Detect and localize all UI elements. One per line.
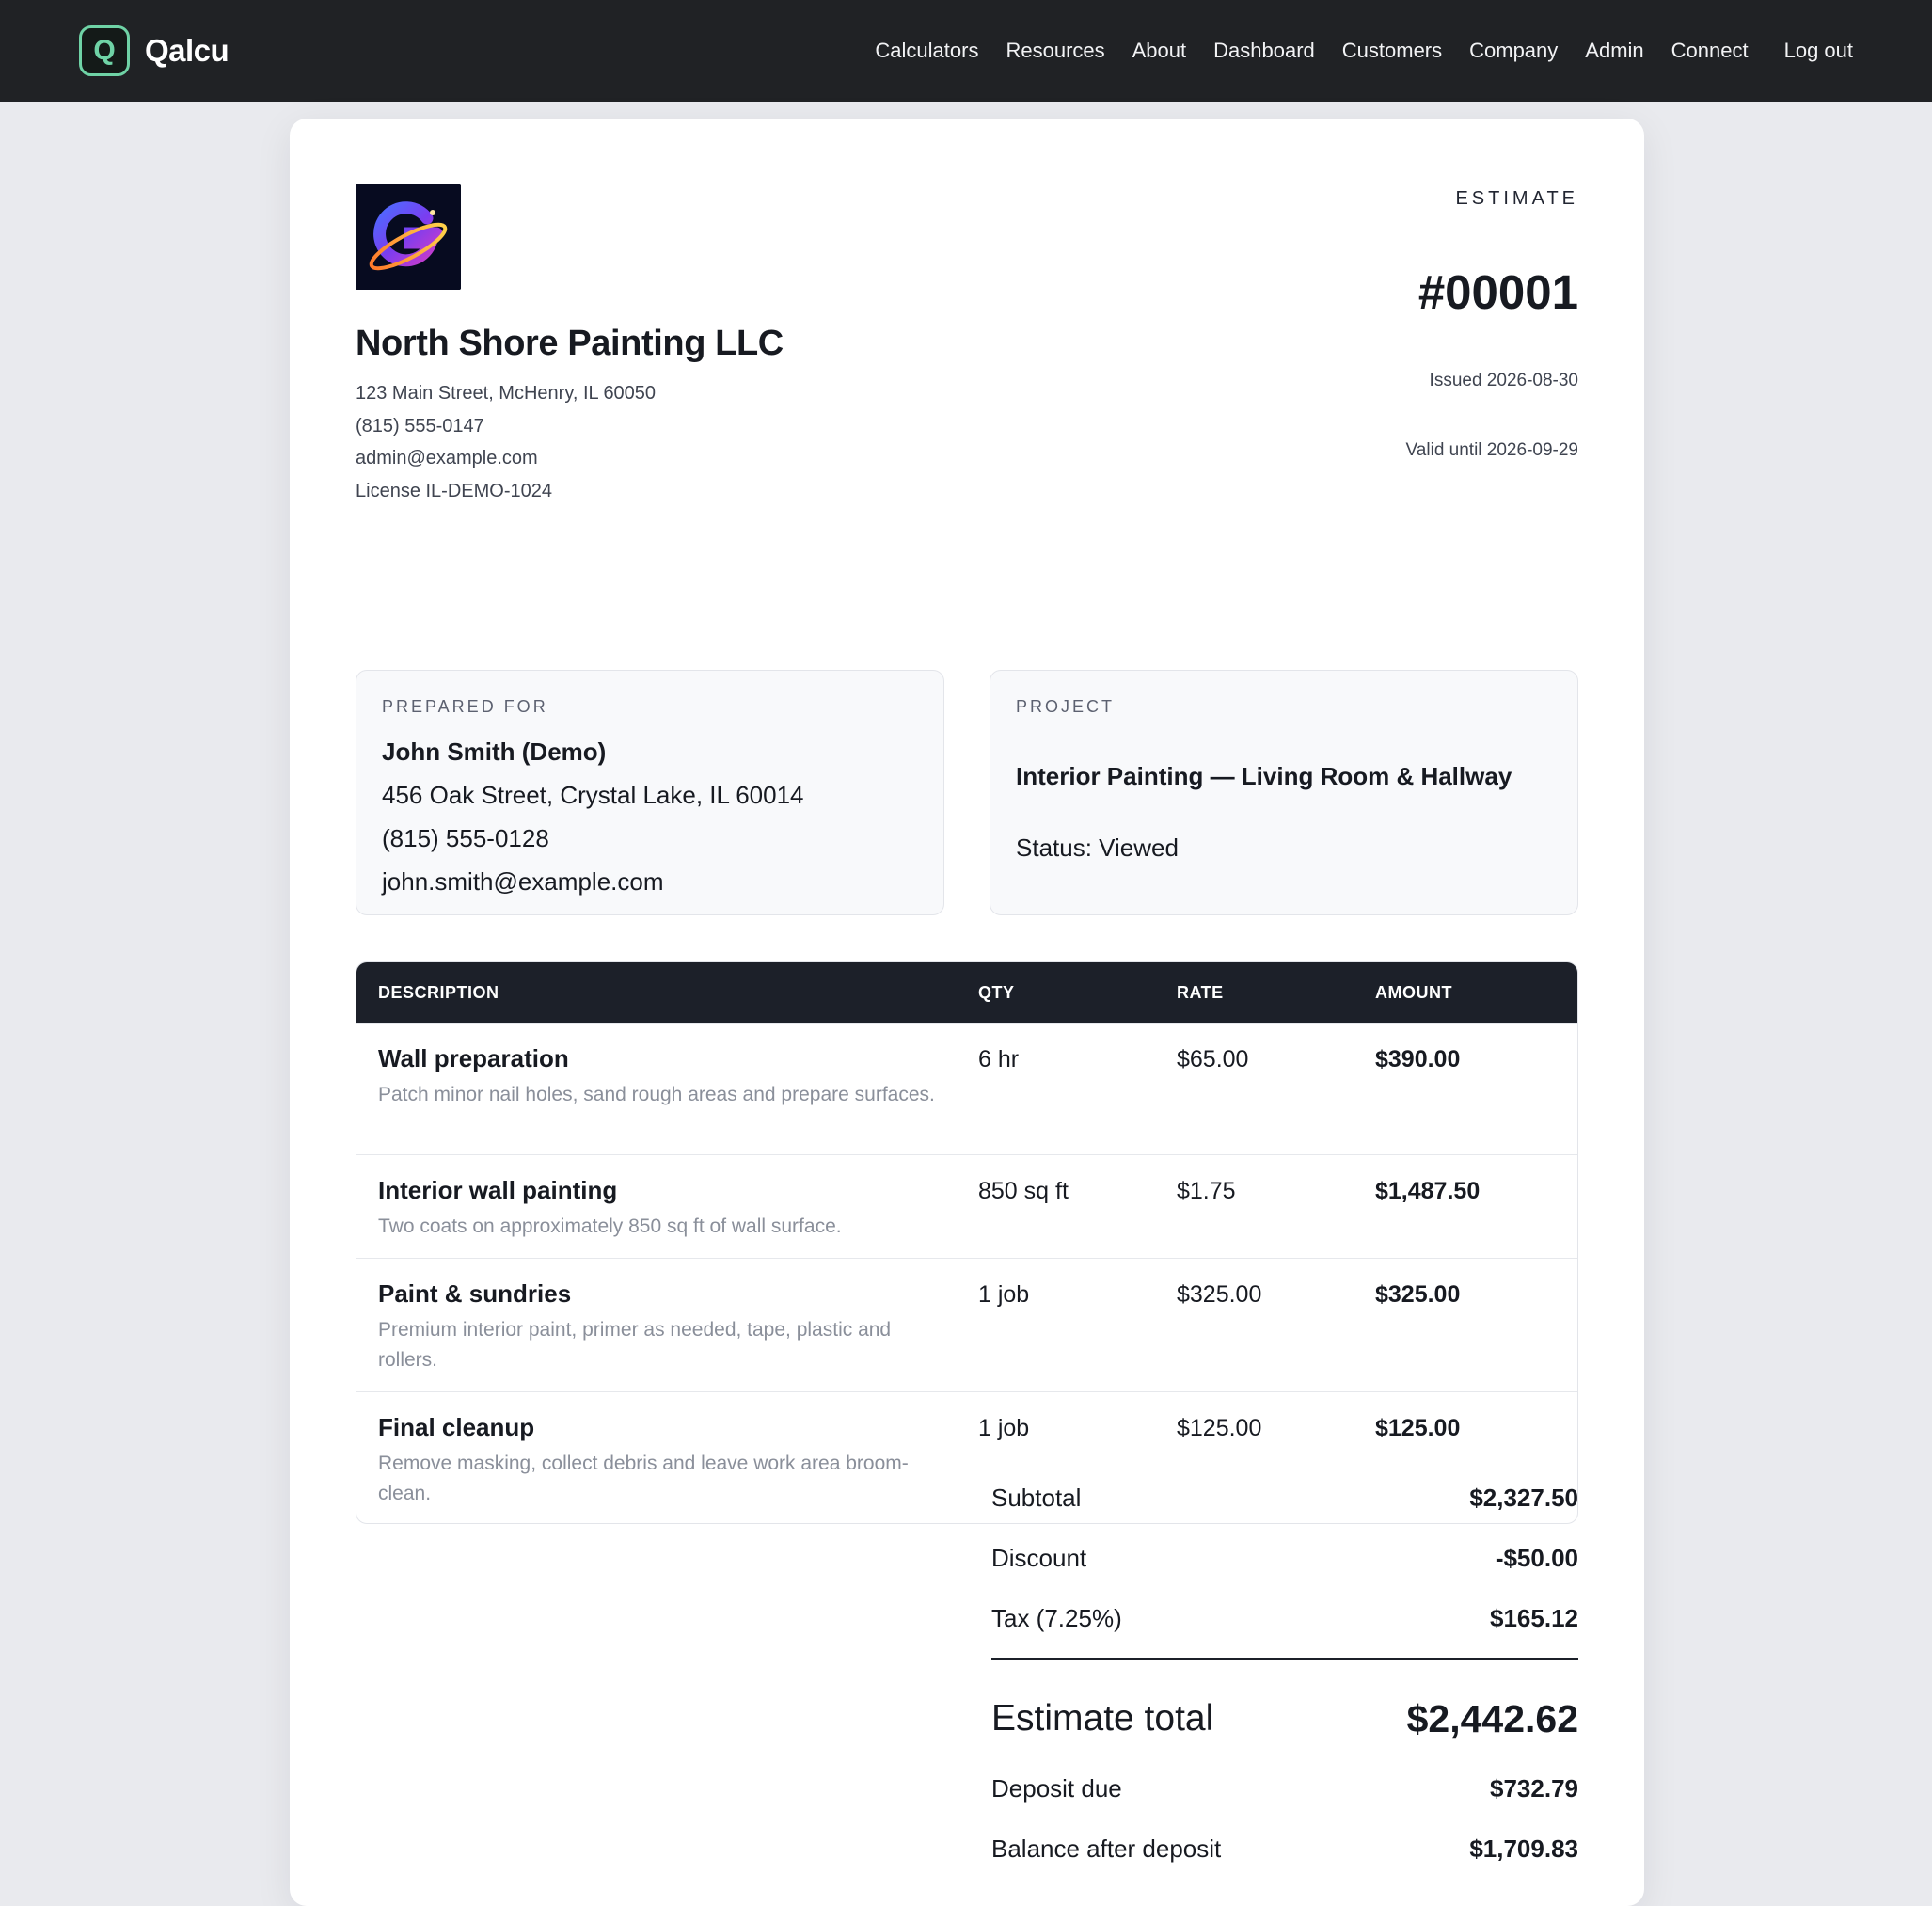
company-email: admin@example.com [356,448,538,469]
item-amount: $1,487.50 [1375,1178,1481,1204]
deposit-row: Deposit due $732.79 [991,1758,1578,1819]
item-rate: $325.00 [1177,1281,1262,1308]
main-nav: Calculators Resources About Dashboard Cu… [875,39,1853,63]
item-description: Patch minor nail holes, sand rough areas… [378,1084,935,1105]
subtotal-value: $2,327.50 [1469,1483,1578,1512]
estimate-label: ESTIMATE [1455,188,1578,209]
deposit-value: $732.79 [1490,1773,1578,1803]
nav-admin[interactable]: Admin [1585,39,1643,63]
client-phone: (815) 555-0128 [382,824,549,852]
company-name: North Shore Painting LLC [356,324,784,363]
brand-logo-icon: Q [79,25,130,76]
company-phone: (815) 555-0147 [356,415,484,437]
estimate-total-label: Estimate total [991,1698,1214,1739]
header-description: DESCRIPTION [378,982,499,1002]
item-rate: $1.75 [1177,1178,1236,1204]
estimate-document: North Shore Painting LLC 123 Main Street… [290,119,1644,1906]
header-amount: AMOUNT [1375,982,1452,1002]
item-qty: 6 hr [978,1046,1020,1072]
item-amount: $390.00 [1375,1046,1461,1072]
table-row: Wall preparation Patch minor nail holes,… [356,1023,1577,1154]
item-rate: $125.00 [1177,1415,1262,1441]
estimate-number: #00001 [1417,265,1578,319]
company-license: License IL-DEMO-1024 [356,480,552,501]
project-label: PROJECT [1016,697,1116,716]
nav-connect[interactable]: Connect [1671,39,1749,63]
logout-button[interactable]: Log out [1784,39,1853,63]
item-rate: $65.00 [1177,1046,1249,1072]
tax-value: $165.12 [1490,1603,1578,1632]
item-title: Final cleanup [378,1413,535,1441]
item-title: Wall preparation [378,1044,569,1072]
table-header: DESCRIPTION QTY RATE AMOUNT [356,962,1577,1023]
subtotal-label: Subtotal [991,1483,1082,1512]
item-description: Two coats on approximately 850 sq ft of … [378,1215,842,1237]
client-email: john.smith@example.com [382,867,664,896]
discount-label: Discount [991,1543,1087,1572]
totals-summary: Subtotal $2,327.50 Discount -$50.00 Tax … [991,1468,1578,1879]
company-address: 123 Main Street, McHenry, IL 60050 [356,383,657,404]
item-amount: $325.00 [1375,1281,1461,1308]
discount-row: Discount -$50.00 [991,1528,1578,1588]
company-details: 123 Main Street, McHenry, IL 60050 (815)… [356,377,656,507]
project-card: PROJECT Interior Painting — Living Room … [990,670,1578,915]
prepared-for-card: PREPARED FOR John Smith (Demo) 456 Oak S… [356,670,944,915]
line-items-table: DESCRIPTION QTY RATE AMOUNT Wall prepara… [356,961,1578,1524]
client-address: 456 Oak Street, Crystal Lake, IL 60014 [382,781,804,809]
item-title: Paint & sundries [378,1279,572,1308]
subtotal-row: Subtotal $2,327.50 [991,1468,1578,1528]
item-description: Remove masking, collect debris and leave… [378,1453,909,1504]
header-rate: RATE [1177,982,1224,1002]
balance-row: Balance after deposit $1,709.83 [991,1819,1578,1879]
prepared-for-label: PREPARED FOR [382,697,548,716]
company-logo [356,184,461,290]
discount-value: -$50.00 [1495,1543,1578,1572]
table-row: Interior wall painting Two coats on appr… [356,1154,1577,1258]
nav-calculators[interactable]: Calculators [875,39,978,63]
item-qty: 1 job [978,1281,1030,1308]
tax-label: Tax (7.25%) [991,1603,1122,1632]
item-description: Premium interior paint, primer as needed… [378,1319,892,1371]
estimate-valid-until: Valid until 2026-09-29 [1405,440,1578,460]
item-amount: $125.00 [1375,1415,1461,1441]
nav-customers[interactable]: Customers [1342,39,1442,63]
estimate-total-value: $2,442.62 [1406,1696,1578,1740]
nav-company[interactable]: Company [1469,39,1558,63]
nav-about[interactable]: About [1132,39,1187,63]
brand[interactable]: Q Qalcu [79,25,230,76]
item-title: Interior wall painting [378,1176,618,1204]
project-status: Status: Viewed [1016,834,1179,862]
nav-dashboard[interactable]: Dashboard [1213,39,1315,63]
nav-resources[interactable]: Resources [1006,39,1104,63]
project-title: Interior Painting — Living Room & Hallwa… [1016,762,1512,790]
estimate-total-row: Estimate total $2,442.62 [991,1660,1578,1758]
header-qty: QTY [978,982,1015,1002]
item-qty: 1 job [978,1415,1030,1441]
table-row: Paint & sundries Premium interior paint,… [356,1258,1577,1391]
brand-name: Qalcu [145,33,230,68]
tax-row: Tax (7.25%) $165.12 [991,1588,1578,1648]
estimate-issued-date: Issued 2026-08-30 [1429,371,1578,390]
balance-label: Balance after deposit [991,1834,1222,1863]
deposit-label: Deposit due [991,1773,1122,1803]
item-qty: 850 sq ft [978,1178,1069,1204]
client-name: John Smith (Demo) [382,738,607,766]
balance-value: $1,709.83 [1469,1834,1578,1863]
top-navbar: Q Qalcu Calculators Resources About Dash… [0,0,1932,102]
